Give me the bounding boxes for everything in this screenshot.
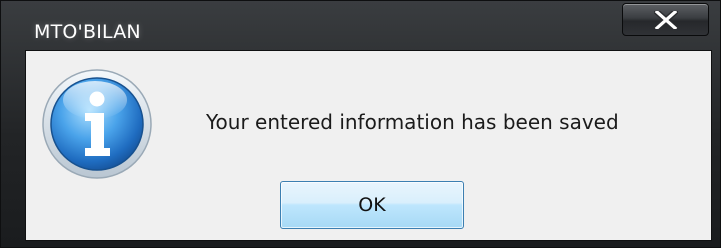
dialog-message: Your entered information has been saved [206, 110, 619, 134]
close-icon [654, 11, 678, 29]
message-dialog: MTO'BILAN Your entered information has b… [0, 0, 721, 248]
info-icon [42, 69, 152, 179]
title-bar[interactable]: MTO'BILAN [1, 1, 721, 49]
close-button[interactable] [622, 3, 709, 36]
ok-button[interactable]: OK [280, 181, 464, 229]
window-title: MTO'BILAN [34, 21, 141, 43]
dialog-content: Your entered information has been saved … [25, 50, 712, 241]
